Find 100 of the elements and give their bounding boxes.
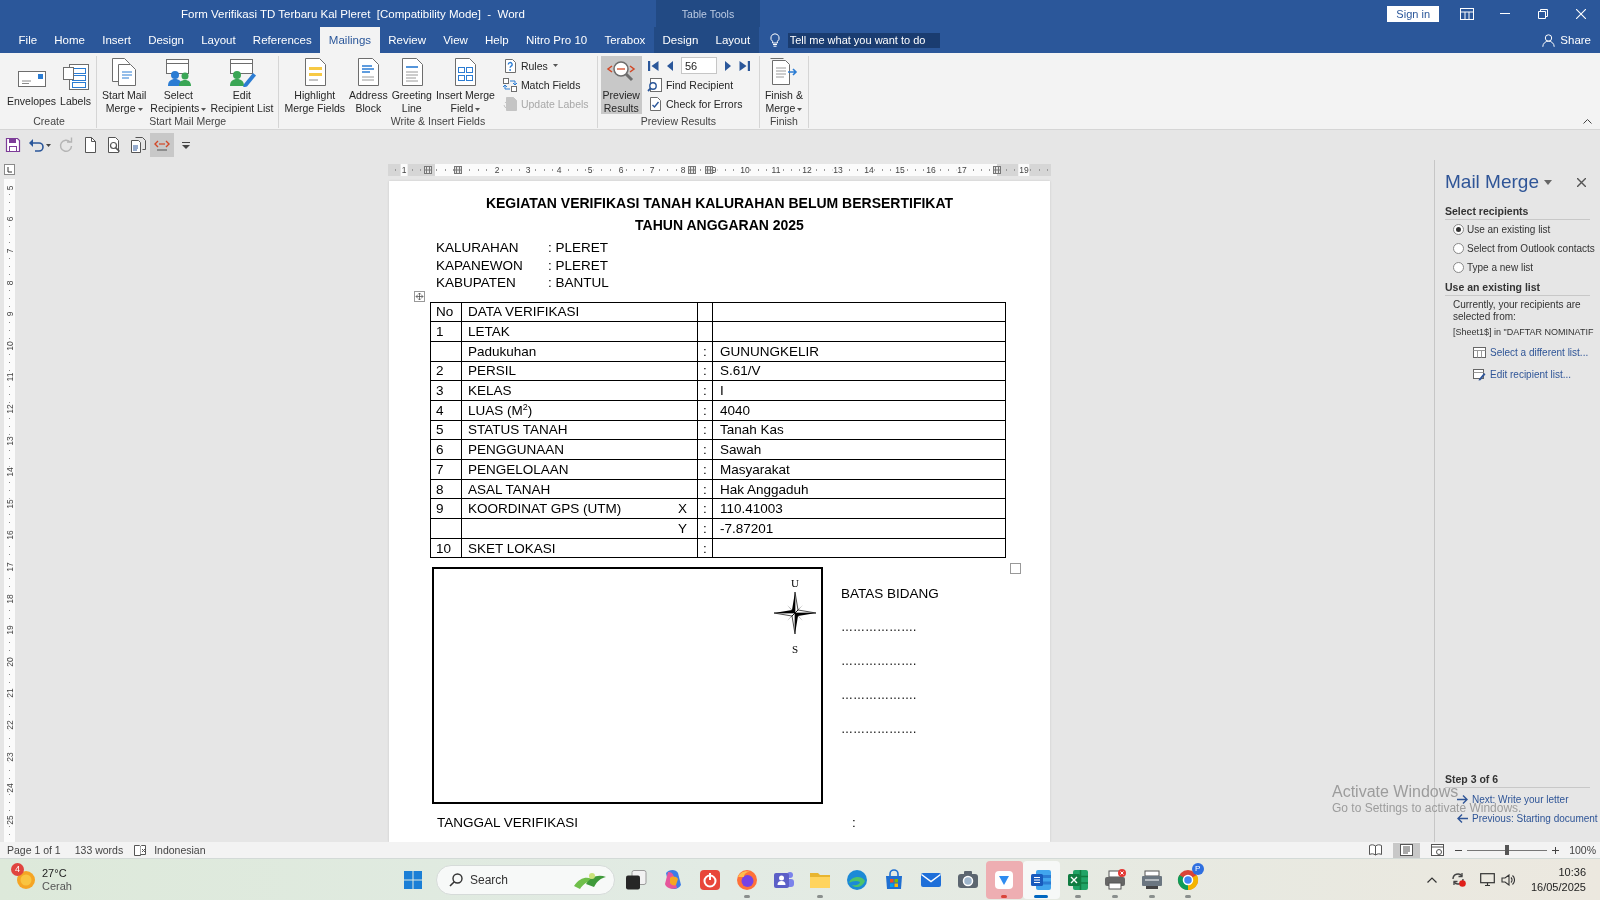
share-button[interactable]: Share — [1542, 27, 1591, 53]
ribbon-tab[interactable]: File — [10, 27, 46, 53]
ribbon-tab[interactable]: References — [244, 27, 321, 53]
select-recipients-button[interactable]: Select Recipients — [148, 56, 209, 114]
ruler-number: 24 — [5, 782, 14, 794]
envelopes-button[interactable]: Envelopes — [5, 56, 59, 114]
weather-condition[interactable]: Cerah — [42, 879, 72, 893]
temperature[interactable]: 27°C — [42, 866, 72, 880]
dotted-blank: ………………. — [841, 620, 917, 636]
chevron-up-icon[interactable] — [1426, 876, 1437, 883]
group-label: Finish — [769, 114, 798, 128]
rules-button[interactable]: Rules — [499, 56, 591, 75]
ribbon-tab[interactable]: Help — [476, 27, 518, 53]
undo-icon — [28, 137, 44, 153]
match-fields-button[interactable]: Match Fields — [499, 75, 591, 94]
close-icon[interactable] — [1577, 177, 1586, 187]
restore-icon[interactable] — [1538, 8, 1548, 19]
last-record-icon[interactable] — [738, 59, 751, 72]
print-layout-button[interactable] — [1393, 842, 1421, 858]
ribbon-tab[interactable]: Design — [653, 27, 707, 53]
ribbon-display-icon[interactable] — [1460, 7, 1474, 20]
insert-merge-field-button[interactable]: Insert Merge Field — [433, 56, 497, 114]
column-marker-icon[interactable] — [688, 166, 696, 174]
ruler-number: 19 — [5, 624, 14, 636]
ribbon-tab[interactable]: Review — [379, 27, 435, 53]
page-count[interactable]: Page 1 of 1 — [7, 844, 61, 856]
colon-mark: : — [703, 363, 707, 379]
previous-step-link[interactable]: Previous: Starting document — [1457, 811, 1600, 826]
ribbon-tab[interactable]: Layout — [706, 27, 759, 53]
column-marker-icon[interactable] — [993, 166, 1001, 174]
zoom-level[interactable]: 100% — [1569, 844, 1596, 856]
ribbon-tab[interactable]: Terabox — [595, 27, 654, 53]
tell-me-field[interactable]: Tell me what you want to do — [787, 32, 940, 48]
dotted-blank: ………………. — [841, 688, 917, 704]
radio-label[interactable]: Select from Outlook contacts — [1467, 243, 1595, 254]
table-resize-handle-icon[interactable] — [1010, 563, 1021, 575]
zoom-slider-thumb[interactable] — [1505, 845, 1510, 855]
ribbon-tab[interactable]: Nitro Pro 10 — [517, 27, 596, 53]
record-number-field[interactable]: 56 — [680, 57, 717, 74]
finish-merge-button[interactable]: Finish & Merge — [762, 56, 805, 114]
ribbon-tab[interactable]: Insert — [93, 27, 140, 53]
edit-list-link[interactable]: Edit recipient list... — [1473, 367, 1600, 382]
step-label: Step 3 of 6 — [1445, 773, 1499, 785]
ribbon-tab[interactable]: Layout — [192, 27, 245, 53]
clock[interactable]: 10:36 16/05/2025 — [1530, 864, 1586, 895]
ruler-number: 1 — [400, 164, 408, 176]
sign-in-button[interactable]: Sign in — [1387, 5, 1439, 22]
compass-rose-icon — [773, 591, 817, 636]
check-errors-button[interactable]: Check for Errors — [644, 94, 753, 113]
section-heading: Use an existing list — [1445, 281, 1541, 293]
ruler-number: 2 — [493, 164, 501, 176]
address-block-button[interactable]: Address Block — [347, 56, 390, 114]
labels-button[interactable]: Labels — [58, 56, 93, 114]
language-label[interactable]: Indonesian — [154, 844, 206, 856]
search-document-icon — [646, 76, 663, 93]
save-icon — [5, 137, 21, 153]
label-sheets-icon — [60, 63, 91, 93]
caret-icon[interactable] — [1544, 179, 1552, 185]
find-recipient-button[interactable]: Find Recipient — [644, 75, 753, 94]
column-marker-icon[interactable] — [705, 166, 713, 174]
select-list-link[interactable]: Select a different list... — [1473, 345, 1600, 360]
radio-button[interactable] — [1453, 243, 1464, 254]
zoom-in-icon[interactable] — [1552, 846, 1560, 854]
ribbon-tab[interactable]: Home — [45, 27, 94, 53]
search-field[interactable]: Search — [470, 872, 565, 887]
ribbon-tab[interactable]: Design — [139, 27, 193, 53]
right-arrow-icon — [1457, 795, 1468, 804]
column-marker-icon[interactable] — [454, 166, 462, 174]
ruler-number: 15 — [894, 164, 906, 176]
word-count[interactable]: 133 words — [74, 844, 124, 856]
monitor-icon[interactable] — [1479, 873, 1495, 886]
colon-mark: : — [703, 520, 707, 536]
lightbulb-icon[interactable] — [769, 33, 780, 47]
sync-icon[interactable] — [1450, 872, 1466, 887]
radio-label[interactable]: Type a new list — [1467, 262, 1534, 273]
table-move-handle-icon[interactable] — [414, 290, 425, 302]
highlight-merge-fields-button[interactable]: Highlight Merge Fields — [282, 56, 348, 114]
tab-selector-icon[interactable] — [4, 164, 15, 175]
taskbar-app-button[interactable]: P — [1169, 860, 1207, 899]
ribbon-tab[interactable]: View — [434, 27, 477, 53]
speaker-icon[interactable] — [1500, 873, 1515, 886]
radio-button[interactable] — [1453, 224, 1464, 235]
preview-results-button[interactable]: Preview Results — [600, 56, 642, 114]
radio-button[interactable] — [1453, 262, 1464, 273]
field-value: 4040 — [720, 402, 751, 418]
field-value: Tanah Kas — [720, 422, 784, 438]
activation-title: Activate Windows — [1332, 783, 1459, 801]
first-record-icon[interactable] — [646, 59, 659, 72]
column-marker-icon[interactable] — [424, 166, 432, 174]
sun-icon[interactable] — [15, 868, 37, 891]
start-mail-merge-button[interactable]: Start Mail Merge — [100, 56, 149, 114]
radio-label[interactable]: Use an existing list — [1467, 224, 1551, 235]
source-name: [Sheet1$] in "DAFTAR NOMINATIF — [1452, 326, 1595, 338]
ribbon-tab[interactable]: Mailings — [320, 27, 380, 53]
taskbar-app-button[interactable] — [1022, 860, 1060, 899]
collapse-ribbon-icon[interactable] — [1583, 119, 1592, 124]
ruler-number: 4 — [555, 164, 563, 176]
greeting-line-button[interactable]: Greeting Line — [389, 56, 434, 114]
proofing-icon[interactable] — [134, 844, 147, 856]
edit-recipient-list-button[interactable]: Edit Recipient List — [208, 56, 276, 114]
